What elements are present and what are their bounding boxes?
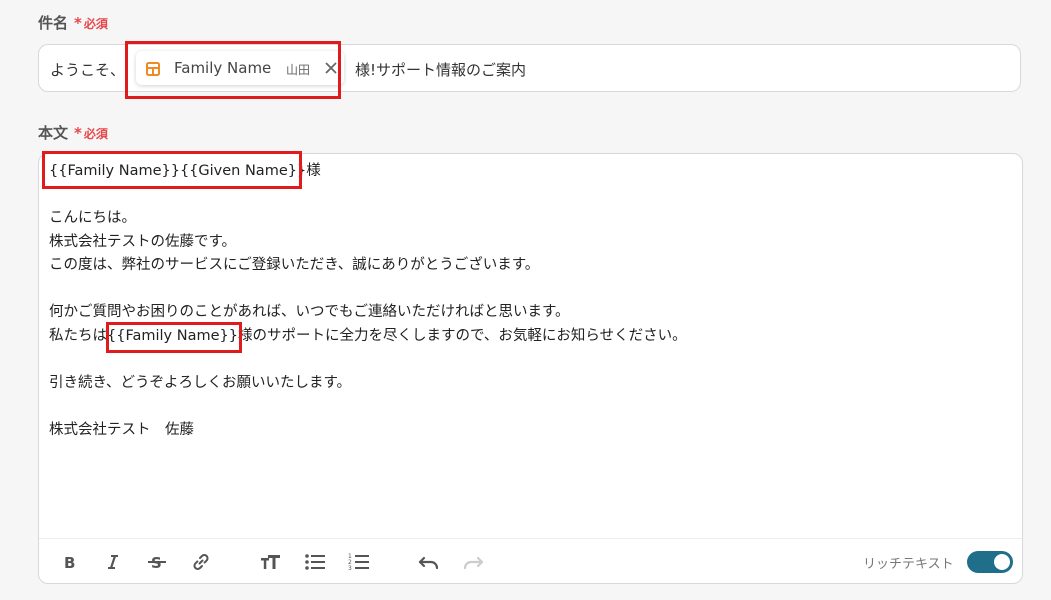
required-badge: * 必須	[74, 14, 108, 32]
body-line	[49, 184, 999, 208]
editor-toolbar: B S 123	[39, 538, 1022, 585]
required-asterisk: *	[74, 14, 82, 32]
body-editor[interactable]: {{Family Name}}{{Given Name}}様 こんにちは。 株式…	[38, 153, 1023, 584]
body-line	[49, 395, 999, 419]
subject-input[interactable]: ようこそ、 Family Name 山田 様!サポート情報のご案内	[38, 44, 1021, 92]
body-line	[49, 278, 999, 302]
bullet-list-icon[interactable]	[304, 551, 326, 573]
subject-label: 件名 * 必須	[38, 12, 108, 33]
table-icon	[146, 61, 160, 76]
italic-icon[interactable]	[102, 551, 124, 573]
body-line: 私たちは{{Family Name}}様のサポートに全力を尽くしますので、お気軽…	[49, 327, 687, 344]
rich-text-toggle[interactable]	[967, 551, 1013, 573]
rich-text-label: リッチテキスト	[863, 557, 954, 572]
close-icon[interactable]	[323, 60, 339, 76]
bold-icon[interactable]: B	[58, 551, 80, 573]
body-text-area[interactable]: {{Family Name}}{{Given Name}}様 こんにちは。 株式…	[49, 160, 999, 442]
undo-icon[interactable]	[418, 551, 440, 573]
required-badge: * 必須	[74, 124, 108, 142]
required-text: 必須	[83, 17, 108, 31]
body-line: 何かご質問やお困りのことがあれば、いつでもご連絡いただければと思います。	[49, 304, 570, 320]
body-line: {{Family Name}}{{Given Name}}様	[49, 163, 321, 179]
svg-text:3: 3	[348, 565, 352, 572]
body-line: この度は、弊社のサービスにご登録いただき、誠にありがとうございます。	[49, 257, 540, 273]
body-label: 本文 * 必須	[38, 122, 108, 143]
body-line: こんにちは。	[49, 210, 136, 226]
redo-icon[interactable]	[462, 551, 484, 573]
numbered-list-icon[interactable]: 123	[348, 551, 370, 573]
chip-value: 山田	[286, 63, 311, 77]
body-label-text: 本文	[38, 124, 69, 142]
required-text: 必須	[83, 127, 108, 141]
body-line	[49, 348, 999, 372]
subject-label-text: 件名	[38, 14, 69, 32]
body-line: 引き続き、どうぞよろしくお願いいたします。	[49, 374, 352, 391]
email-form: 件名 * 必須 ようこそ、 Family Name 山田 様!サポート情報のご案…	[0, 0, 1051, 600]
toggle-knob	[994, 554, 1010, 570]
subject-prefix-text: ようこそ、	[50, 61, 126, 79]
required-asterisk: *	[74, 124, 82, 142]
strikethrough-icon[interactable]: S	[146, 551, 168, 573]
body-line: 株式会社テストの佐藤です。	[49, 233, 237, 250]
text-size-icon[interactable]	[259, 551, 281, 573]
body-line: 株式会社テスト 佐藤	[49, 421, 194, 438]
variable-chip-family-name[interactable]: Family Name 山田	[136, 51, 344, 85]
chip-label: Family Name	[174, 59, 272, 77]
link-icon[interactable]	[190, 551, 212, 573]
svg-text:B: B	[64, 554, 75, 570]
subject-suffix-text: 様!サポート情報のご案内	[355, 61, 527, 79]
